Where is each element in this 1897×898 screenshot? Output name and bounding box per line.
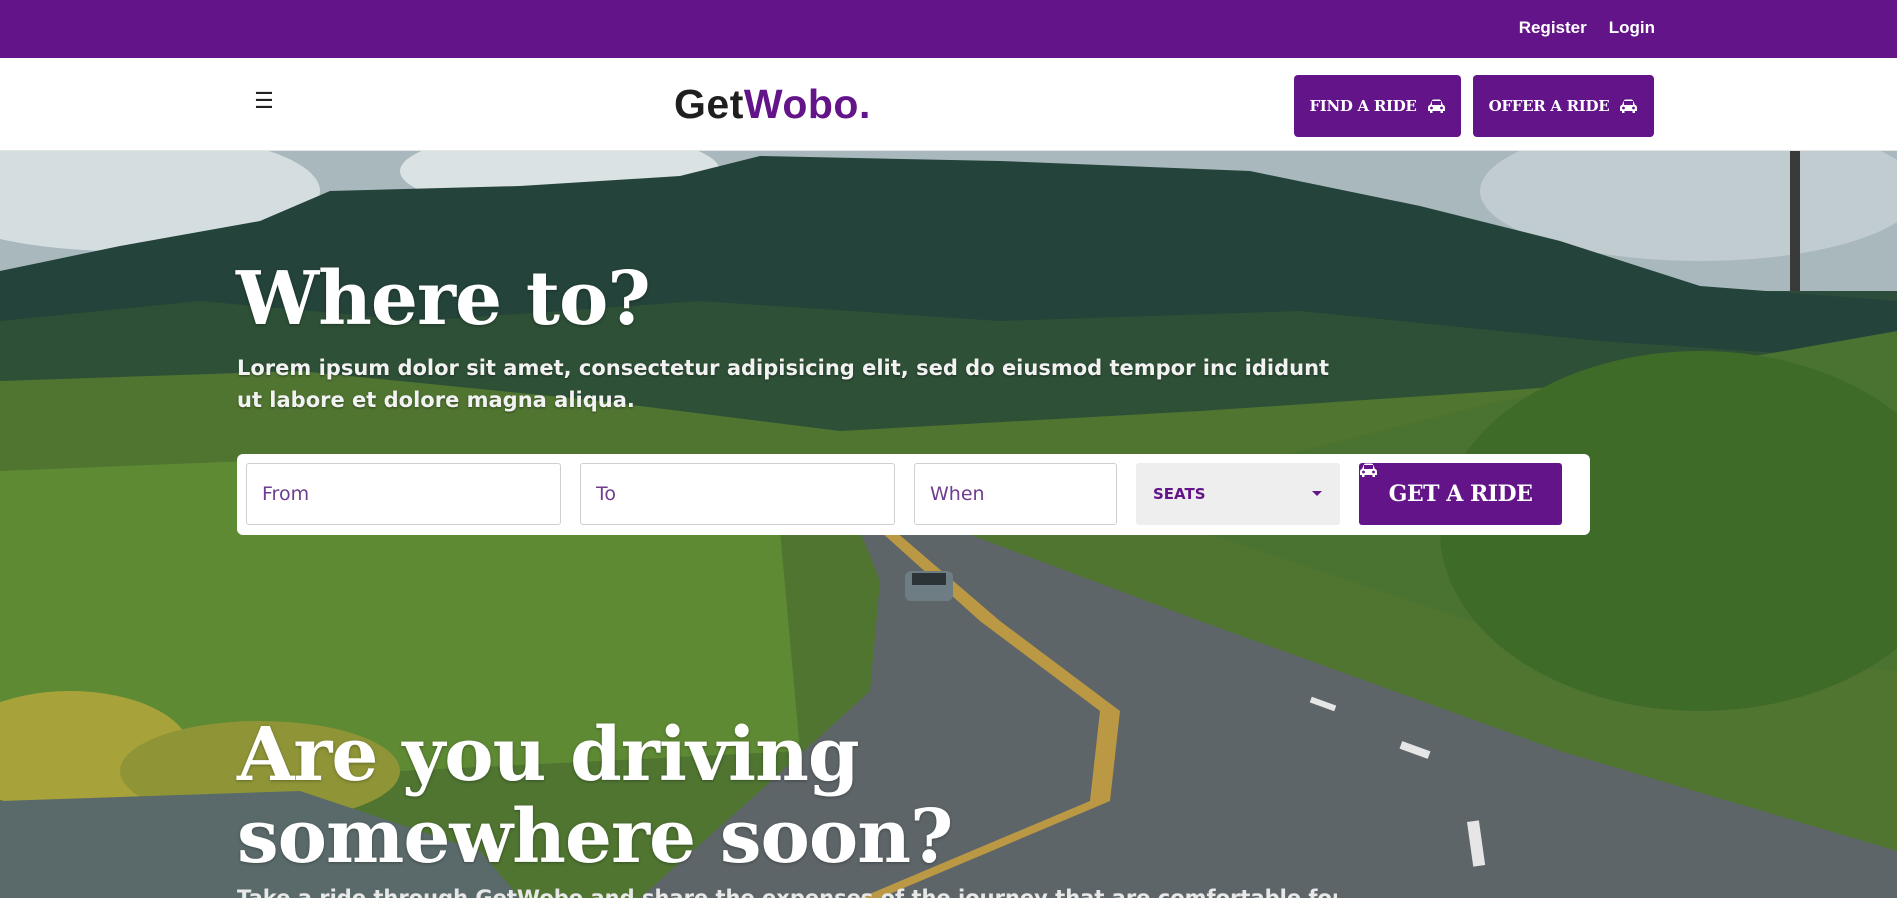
- hero-title: Where to?: [236, 256, 651, 342]
- offer-ride-button[interactable]: OFFER A RIDE: [1473, 75, 1654, 137]
- car-icon: [1427, 99, 1445, 113]
- logo-text-get: Get: [674, 81, 744, 127]
- site-logo[interactable]: GetWobo.: [674, 81, 871, 128]
- hero-subtitle: Lorem ipsum dolor sit amet, consectetur …: [237, 356, 1330, 412]
- chevron-down-icon: [1312, 491, 1322, 496]
- offer-ride-label: OFFER A RIDE: [1488, 97, 1610, 115]
- main-navbar: ☰ GetWobo. FIND A RIDE OFFER A RIDE: [0, 58, 1897, 151]
- to-input[interactable]: [580, 463, 895, 525]
- menu-icon[interactable]: ☰: [254, 89, 274, 113]
- hero-section: Where to? Lorem ipsum dolor sit amet, co…: [0, 151, 1897, 898]
- when-input[interactable]: [914, 463, 1117, 525]
- account-links: Register Login: [1519, 18, 1655, 38]
- login-link[interactable]: Login: [1609, 18, 1655, 38]
- driving-section-title: Are you driving somewhere soon?: [237, 712, 953, 880]
- car-icon: [1360, 463, 1377, 477]
- register-link[interactable]: Register: [1519, 18, 1587, 38]
- seats-select[interactable]: SEATS: [1136, 463, 1340, 525]
- logo-text-wobo: Wobo.: [743, 81, 871, 127]
- driving-section-subtitle: Take a ride through GetWobo and share th…: [237, 886, 1337, 898]
- from-input[interactable]: [246, 463, 561, 525]
- get-ride-button[interactable]: GET A RIDE: [1359, 463, 1562, 525]
- get-ride-label: GET A RIDE: [1388, 481, 1533, 507]
- find-ride-button[interactable]: FIND A RIDE: [1294, 75, 1461, 137]
- top-bar: Register Login: [0, 0, 1897, 58]
- find-ride-label: FIND A RIDE: [1309, 97, 1417, 115]
- ride-search-form: SEATS GET A RIDE: [237, 454, 1590, 535]
- seats-label: SEATS: [1153, 485, 1206, 503]
- car-icon: [1620, 99, 1638, 113]
